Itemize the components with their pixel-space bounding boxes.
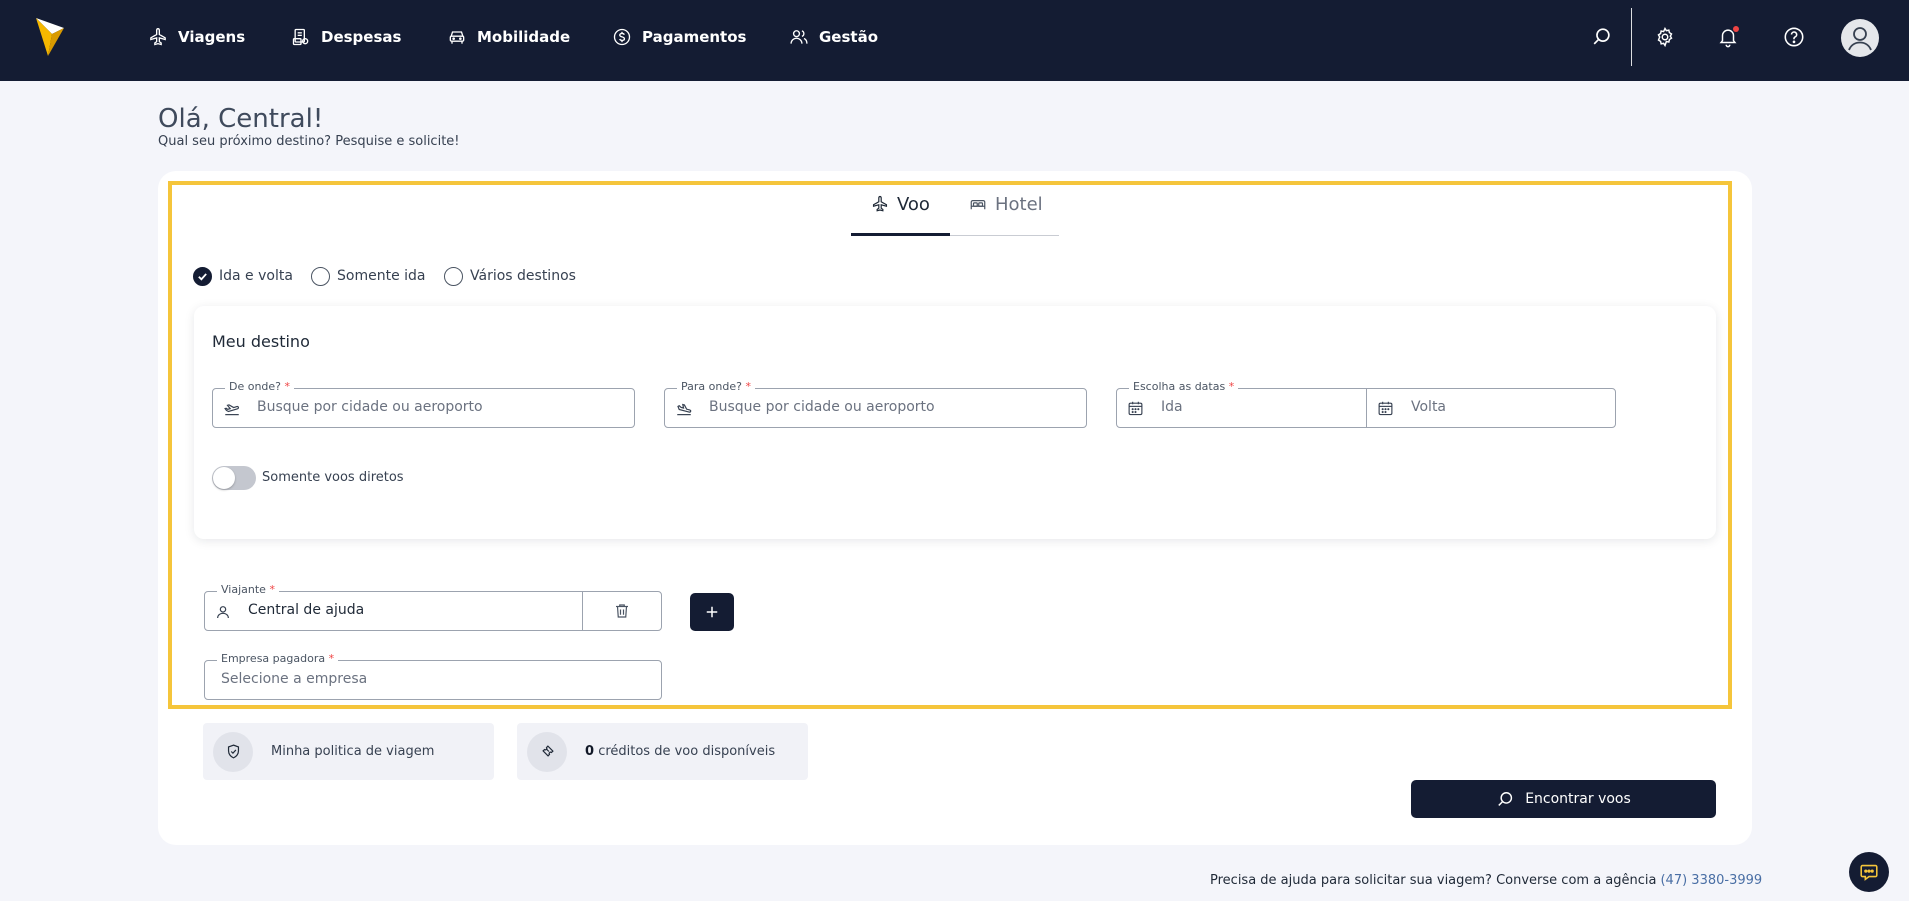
- top-navbar: Viagens Despesas Mobilidade Pagamentos G…: [0, 0, 1909, 81]
- button-label: Encontrar voos: [1525, 791, 1631, 807]
- help-circle-icon[interactable]: [1781, 24, 1807, 50]
- chat-button[interactable]: [1849, 852, 1889, 892]
- page-subtitle: Qual seu próximo destino? Pesquise e sol…: [158, 134, 460, 149]
- flight-credits-box[interactable]: 0 créditos de voo disponíveis: [517, 723, 808, 780]
- ticket-icon: [527, 731, 567, 772]
- search-icon[interactable]: [1589, 24, 1615, 50]
- notification-dot: [1733, 26, 1739, 32]
- receipt-icon: [291, 27, 311, 47]
- page-title: Olá, Central!: [158, 104, 324, 134]
- brand-logo-icon[interactable]: [34, 16, 66, 58]
- plane-icon: [148, 27, 168, 47]
- nav-label: Despesas: [321, 28, 402, 46]
- credits-count: 0: [585, 744, 595, 759]
- car-icon: [447, 27, 467, 47]
- help-line: Precisa de ajuda para solicitar sua viag…: [1210, 873, 1763, 888]
- highlight-frame: [168, 181, 1732, 709]
- find-flights-button[interactable]: Encontrar voos: [1411, 780, 1716, 818]
- agency-phone-link[interactable]: (47) 3380-3999: [1660, 873, 1762, 888]
- bell-icon[interactable]: [1715, 24, 1741, 50]
- avatar[interactable]: [1841, 19, 1879, 57]
- travel-policy-label: Minha politica de viagem: [271, 744, 435, 759]
- flight-credits-label: 0 créditos de voo disponíveis: [585, 744, 776, 759]
- chat-bubble-icon: [1858, 861, 1880, 883]
- nav-label: Gestão: [819, 28, 879, 46]
- nav-label: Mobilidade: [477, 28, 571, 46]
- nav-item-pagamentos[interactable]: Pagamentos: [612, 26, 746, 48]
- nav-item-mobilidade[interactable]: Mobilidade: [447, 26, 570, 48]
- nav-label: Pagamentos: [642, 28, 747, 46]
- nav-item-despesas[interactable]: Despesas: [291, 26, 401, 48]
- gear-icon[interactable]: [1652, 24, 1678, 50]
- nav-item-viagens[interactable]: Viagens: [148, 26, 245, 48]
- users-icon: [789, 27, 809, 47]
- nav-label: Viagens: [178, 28, 246, 46]
- search-icon: [1496, 790, 1515, 809]
- nav-divider: [1631, 8, 1632, 66]
- shield-check-icon: [213, 731, 253, 772]
- nav-item-gestao[interactable]: Gestão: [789, 26, 878, 48]
- travel-policy-box[interactable]: Minha politica de viagem: [203, 723, 494, 780]
- dollar-circle-icon: [612, 27, 632, 47]
